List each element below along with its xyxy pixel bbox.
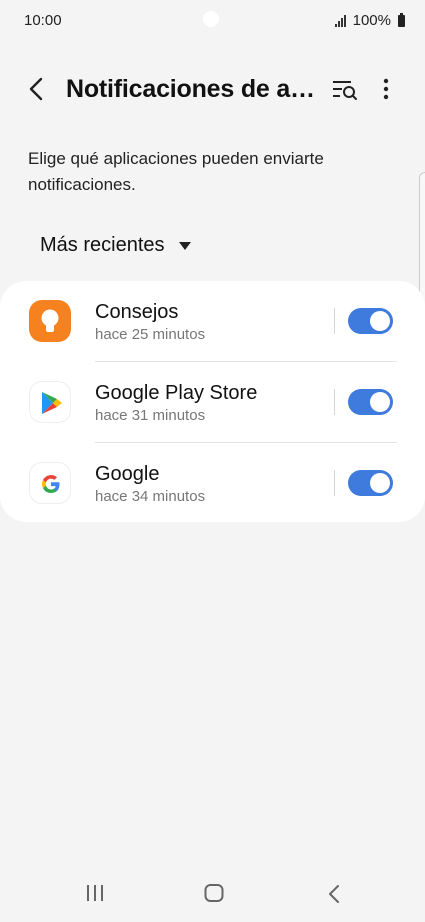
status-time: 10:00: [24, 12, 62, 29]
more-vertical-icon: [383, 78, 389, 100]
list-item[interactable]: Google Play Store hace 31 minutos: [0, 362, 425, 442]
page-title: Notificaciones de aplicaciones: [66, 75, 322, 103]
play-store-icon: [42, 392, 62, 414]
app-name: Google: [95, 463, 160, 485]
description-text: Elige qué aplicaciones pueden enviarte n…: [28, 149, 324, 194]
list-item[interactable]: Consejos hace 25 minutos: [0, 281, 425, 361]
back-arrow-icon: [329, 885, 339, 903]
google-app-icon: [29, 462, 71, 504]
notification-toggle[interactable]: [348, 389, 393, 415]
list-search-icon: [333, 81, 357, 100]
app-time: hace 34 minutos: [95, 488, 206, 505]
back-button[interactable]: [22, 74, 52, 104]
home-icon: [204, 884, 224, 902]
recents-icon: [87, 885, 103, 901]
app-bar: Notificaciones de aplicaciones: [0, 64, 425, 116]
nav-back-button[interactable]: [326, 884, 342, 904]
list-item[interactable]: Google hace 34 minutos: [0, 443, 425, 523]
battery-icon: [398, 12, 405, 27]
divider: [334, 389, 335, 415]
search-button[interactable]: [331, 76, 359, 104]
recents-button[interactable]: [84, 884, 106, 902]
camera-cutout: [203, 11, 219, 27]
google-play-store-app-icon: [29, 381, 71, 423]
home-button[interactable]: [204, 884, 224, 902]
status-bar: 10:00 100%: [0, 0, 425, 40]
app-time: hace 25 minutos: [95, 326, 206, 343]
lightbulb-icon: [41, 309, 59, 332]
status-indicators: 100%: [334, 12, 405, 29]
divider: [334, 470, 335, 496]
navigation-bar: [0, 862, 425, 922]
consejos-app-icon: [29, 300, 71, 342]
more-options-button[interactable]: [375, 76, 397, 104]
app-name: Google Play Store: [95, 382, 258, 404]
chevron-left-icon: [29, 77, 43, 101]
divider: [334, 308, 335, 334]
sort-dropdown[interactable]: Más recientes: [40, 234, 191, 257]
app-time: hace 31 minutos: [95, 407, 206, 424]
notification-toggle[interactable]: [348, 308, 393, 334]
notification-toggle[interactable]: [348, 470, 393, 496]
caret-down-icon: [178, 241, 191, 250]
app-name: Consejos: [95, 301, 179, 323]
app-list: Consejos hace 25 minutos Google Play Sto…: [0, 281, 425, 522]
google-g-icon: [42, 475, 60, 493]
sort-label: Más recientes: [40, 234, 165, 256]
signal-icon: [334, 14, 346, 27]
battery-percent: 100%: [352, 12, 391, 29]
